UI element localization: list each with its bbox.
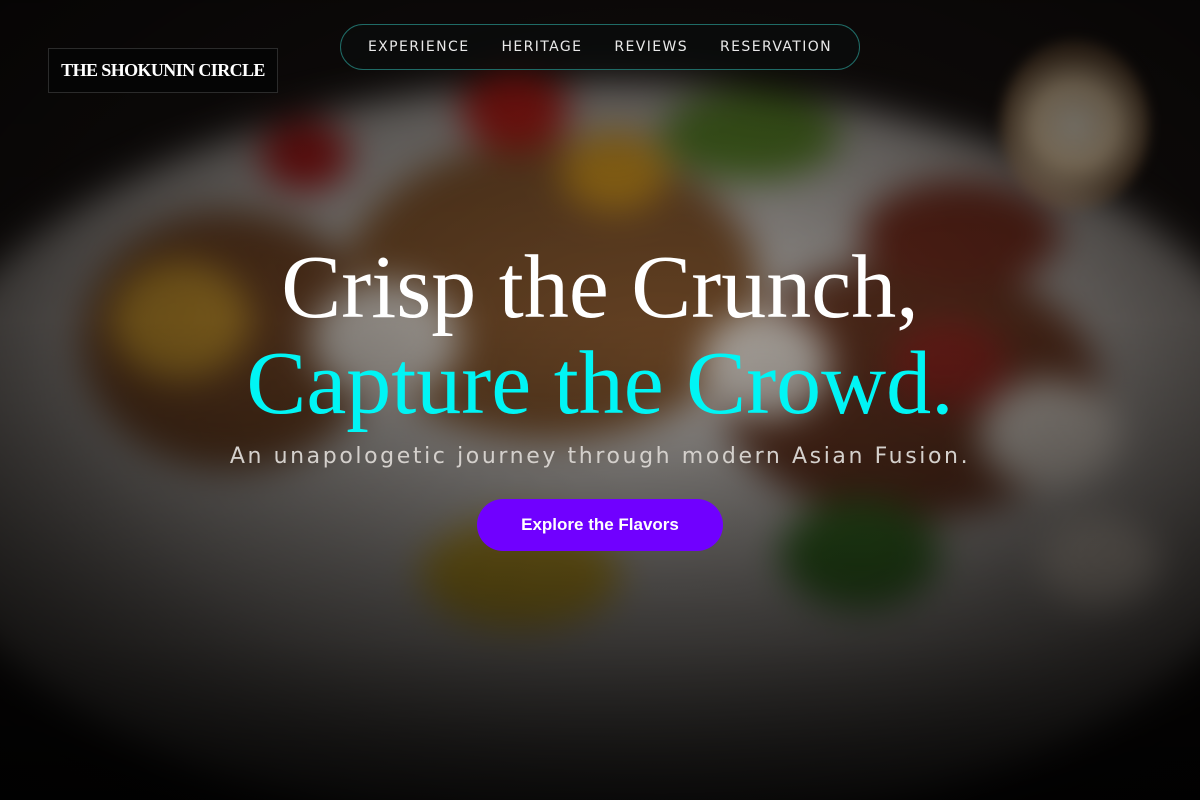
nav-item-reviews[interactable]: REVIEWS (614, 39, 688, 55)
hero-headline-line1: Crisp the Crunch, (281, 238, 919, 337)
explore-flavors-button[interactable]: Explore the Flavors (477, 499, 723, 551)
hero-headline: Crisp the Crunch, Capture the Crowd. (0, 240, 1200, 432)
nav-item-heritage[interactable]: HERITAGE (501, 39, 582, 55)
top-nav: EXPERIENCE HERITAGE REVIEWS RESERVATION (340, 24, 860, 70)
brand-logo[interactable]: THE SHOKUNIN CIRCLE (48, 48, 278, 93)
hero-subtitle: An unapologetic journey through modern A… (229, 444, 971, 469)
hero-content: Crisp the Crunch, Capture the Crowd. An … (0, 240, 1200, 551)
landing-page: THE SHOKUNIN CIRCLE EXPERIENCE HERITAGE … (0, 0, 1200, 800)
hero-headline-line2: Capture the Crowd. (246, 334, 954, 433)
nav-item-reservation[interactable]: RESERVATION (720, 39, 832, 55)
nav-item-experience[interactable]: EXPERIENCE (368, 39, 470, 55)
